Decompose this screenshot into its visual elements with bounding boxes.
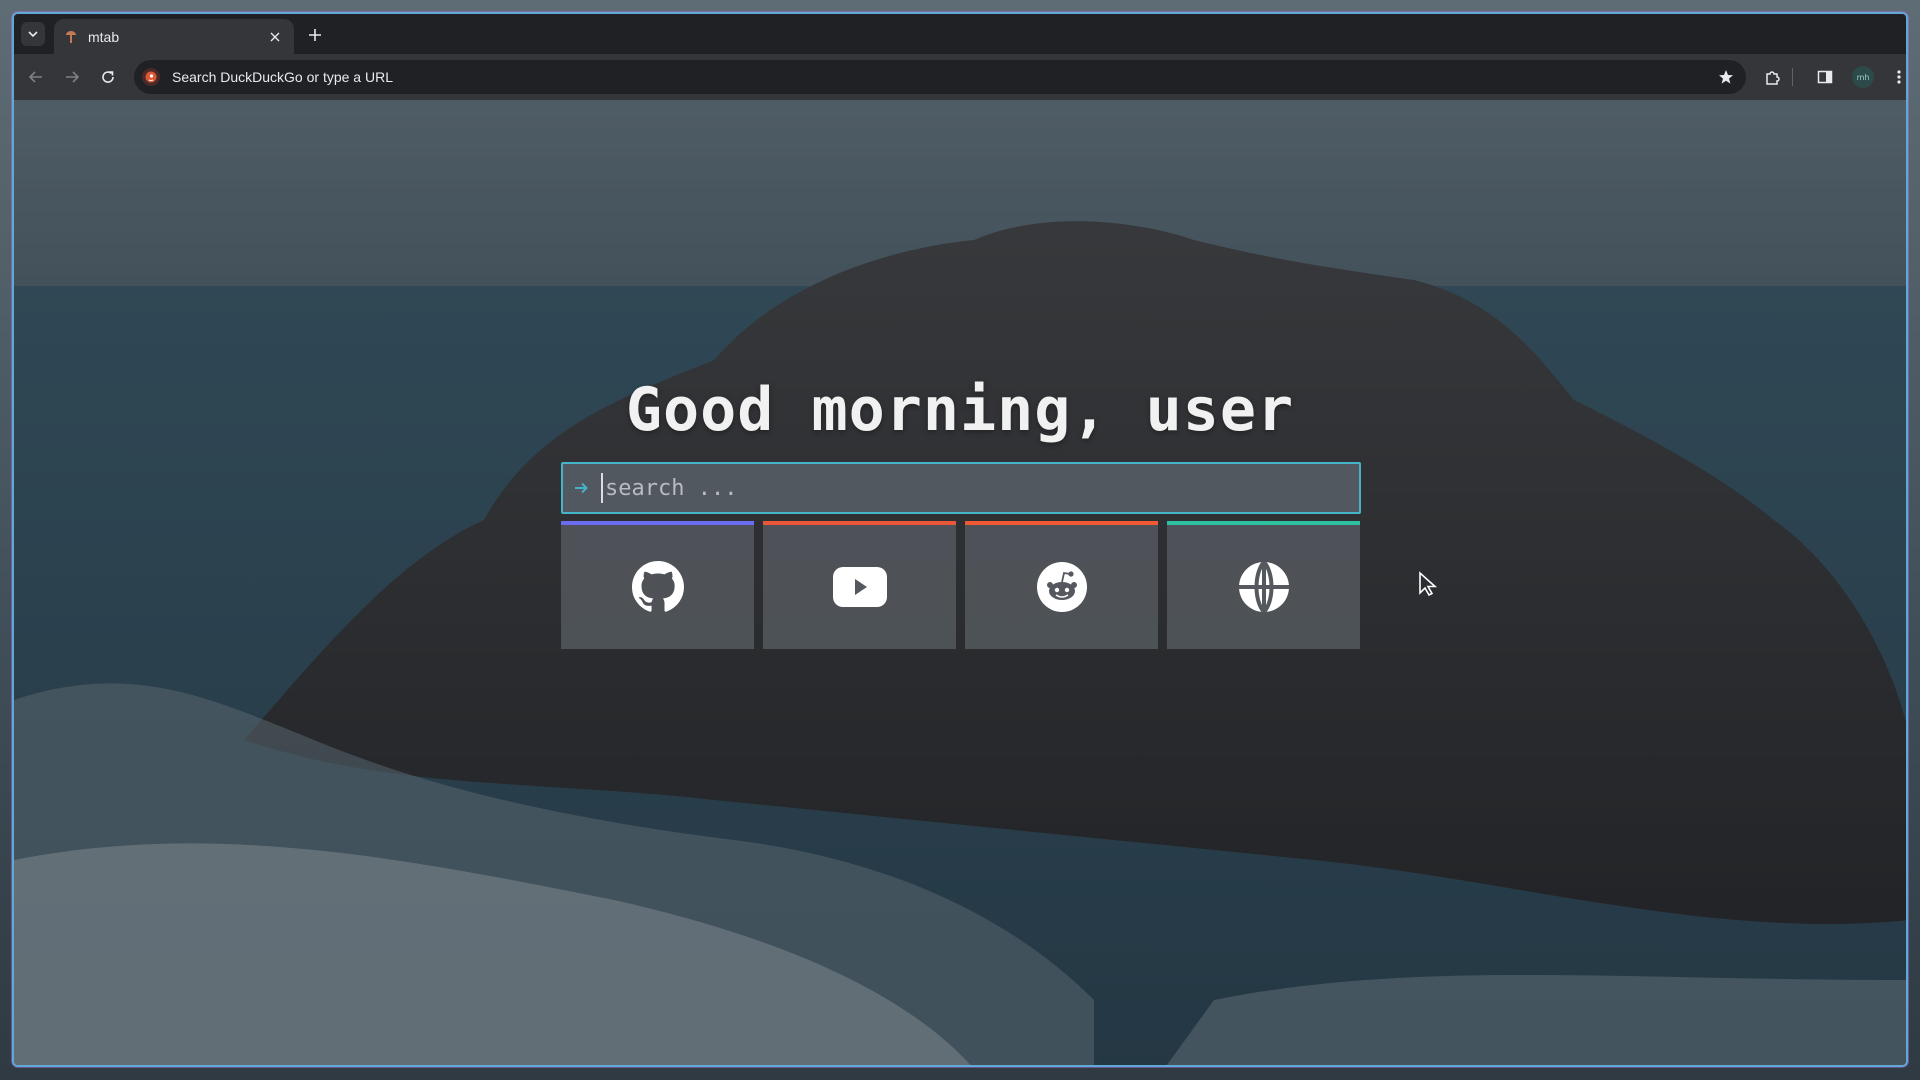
tab-title: mtab: [88, 28, 120, 45]
address-bar[interactable]: Search DuckDuckGo or type a URL: [134, 60, 1746, 94]
duckduckgo-icon: [142, 68, 160, 86]
toolbar-divider: [1792, 68, 1793, 86]
forward-icon: [66, 71, 80, 83]
mouse-cursor-icon: [1419, 571, 1438, 597]
back-icon: [28, 71, 42, 83]
close-tab-icon[interactable]: [266, 28, 284, 46]
link-card-youtube[interactable]: [763, 521, 956, 649]
browser-toolbar: Search DuckDuckGo or type a URL mh: [14, 54, 1906, 100]
search-bar[interactable]: [561, 462, 1361, 514]
avatar[interactable]: mh: [1852, 66, 1874, 88]
reload-button[interactable]: [97, 66, 119, 88]
youtube-icon: [832, 567, 887, 607]
greeting-heading: Good morning, user: [625, 375, 1295, 445]
plus-icon: [309, 29, 321, 41]
bookmark-star-icon[interactable]: [1716, 67, 1736, 87]
tab-strip: mtab: [14, 14, 1906, 54]
browser-window: mtab Search DuckDuckGo or type a URL mh …: [12, 12, 1908, 1067]
github-icon: [631, 561, 684, 612]
new-tab-button[interactable]: [304, 24, 326, 46]
mtab-icon: [64, 30, 78, 44]
quick-links: [561, 521, 1361, 649]
address-bar-text: Search DuckDuckGo or type a URL: [172, 69, 393, 85]
new-tab-page: Good morning, user: [14, 100, 1906, 1065]
forward-button[interactable]: [61, 66, 83, 88]
extensions-icon[interactable]: [1762, 66, 1784, 88]
side-panel-icon[interactable]: [1814, 66, 1836, 88]
tab-mtab[interactable]: mtab: [54, 19, 294, 54]
tab-search-button[interactable]: [21, 22, 45, 46]
chevron-down-icon: [28, 31, 38, 38]
link-card-github[interactable]: [561, 521, 754, 649]
back-button[interactable]: [25, 66, 47, 88]
arrow-right-icon: [571, 478, 591, 498]
globe-icon: [1238, 561, 1289, 613]
link-card-reddit[interactable]: [965, 521, 1158, 649]
search-input[interactable]: [601, 473, 1359, 503]
kebab-menu-icon[interactable]: [1888, 66, 1906, 88]
reload-icon: [102, 71, 114, 83]
link-card-website[interactable]: [1167, 521, 1360, 649]
reddit-icon: [1036, 562, 1087, 612]
